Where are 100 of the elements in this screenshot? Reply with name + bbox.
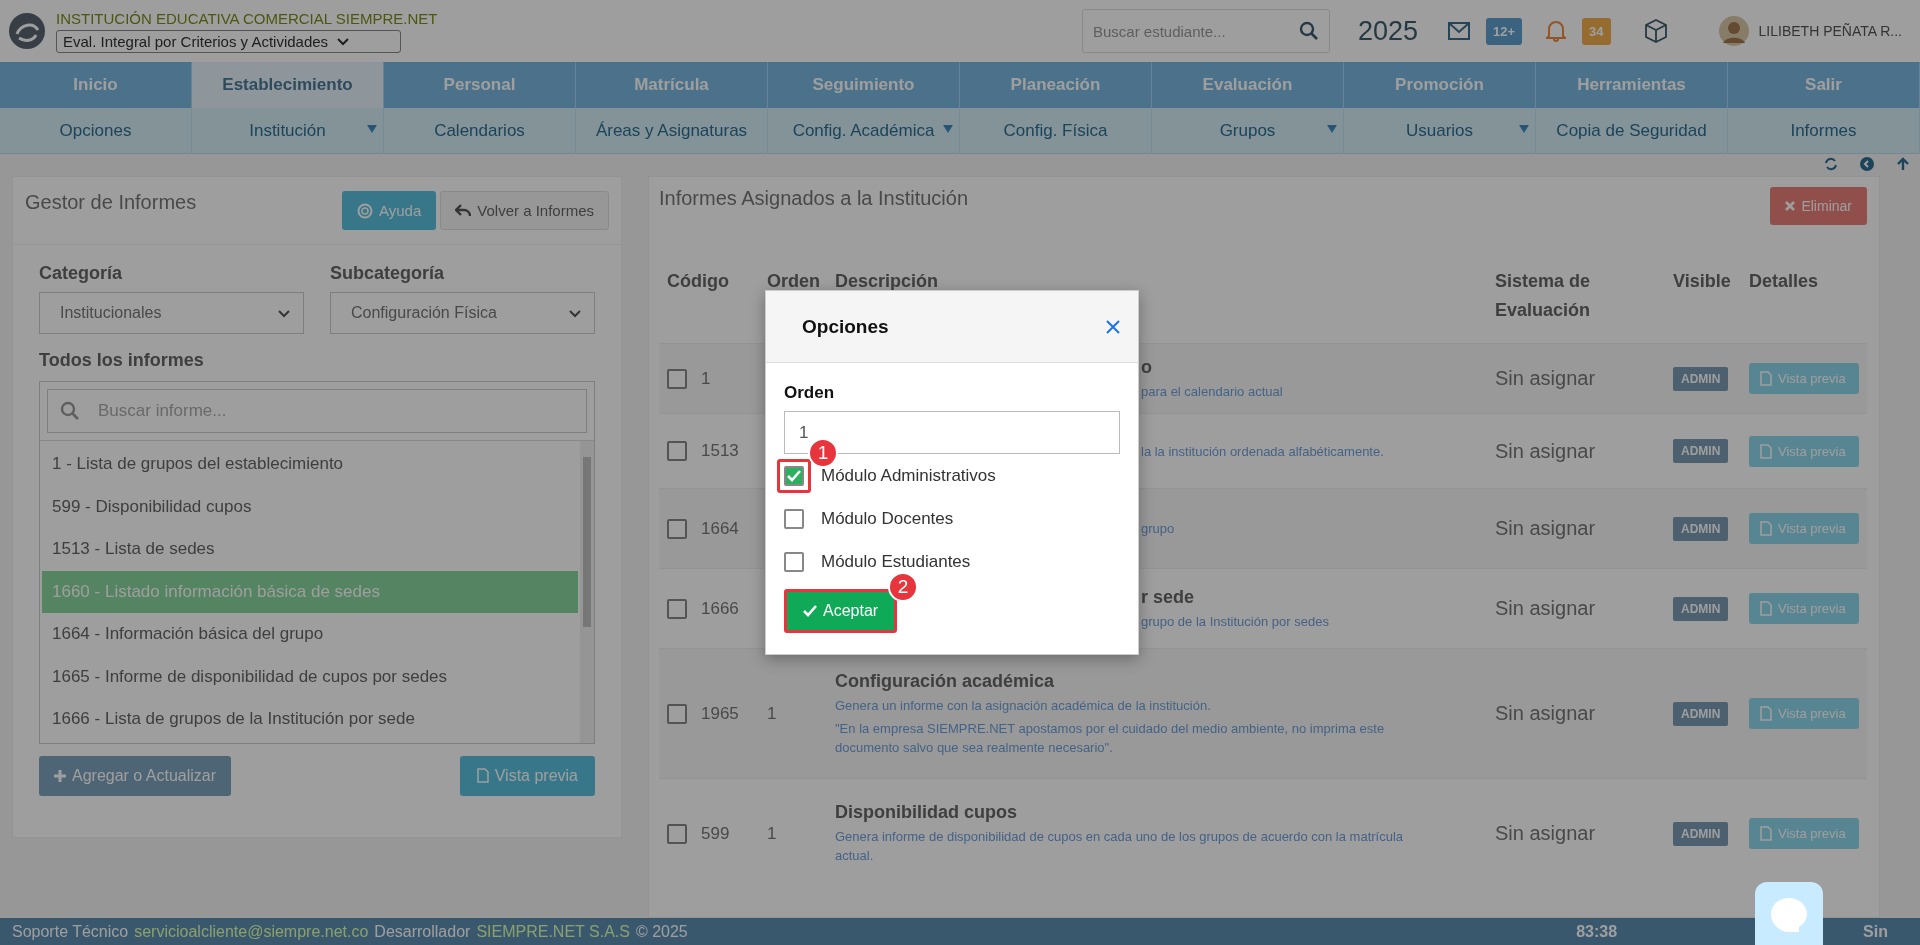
- row-checkbox[interactable]: [667, 518, 687, 539]
- chat-bubble-icon: [1769, 895, 1809, 932]
- system-cell-text: Sin asignar: [1495, 597, 1597, 620]
- subcategory-select[interactable]: Configuración Física: [330, 292, 595, 334]
- accept-button[interactable]: Aceptar: [787, 592, 895, 630]
- file-icon: [476, 768, 489, 783]
- report-title: r sede: [1141, 586, 1196, 608]
- report-description: "En la empresa SIEMPRE.NET apostamos por el cuidado del medio ambiente, no imprima este documento salvo que sea realmente necesario".: [835, 719, 1386, 757]
- caret-down-icon: [1519, 124, 1529, 134]
- field-label: Orden: [784, 383, 836, 403]
- arrow-up-icon: [1896, 157, 1910, 171]
- field-label: Subcategoría: [330, 263, 446, 284]
- visibility-tag: ADMIN: [1673, 701, 1729, 726]
- institution-name: INSTITUCIÓN EDUCATIVA COMERCIAL SIEMPRE.NET: [56, 9, 438, 27]
- back-button[interactable]: Volver a Informes: [440, 191, 609, 230]
- preview-button[interactable]: Vista previa: [1749, 818, 1859, 849]
- code-cell: 1666: [701, 598, 739, 619]
- file-icon: [1760, 826, 1772, 841]
- caret-down-icon: [943, 124, 953, 134]
- report-list-item[interactable]: 1665 - Informe de disponibilidad de cupos por sedes: [42, 655, 578, 698]
- report-description: grupo de la Institución por sedes: [1141, 612, 1330, 631]
- subnav-item[interactable]: Institución: [192, 108, 384, 153]
- code-cell: 1513: [701, 441, 739, 461]
- plus-icon: [54, 769, 66, 782]
- refresh-icon: [1824, 157, 1838, 171]
- row-checkbox[interactable]: [667, 441, 687, 461]
- checkbox-label: Módulo Administrativos: [821, 465, 996, 486]
- copyright: © 2025: [635, 922, 688, 941]
- close-icon[interactable]: [1106, 319, 1120, 334]
- report-list-item[interactable]: 599 - Disponibilidad cupos: [42, 485, 578, 528]
- report-list-item[interactable]: 1666 - Lista de grupos de la Institución por sede: [42, 698, 578, 741]
- category-select[interactable]: Institucionales: [39, 292, 304, 334]
- report-list-item[interactable]: 1664 - Información básica del grupo: [42, 613, 578, 656]
- bell-icon: [1546, 20, 1567, 42]
- message-count: 12+: [1486, 17, 1523, 45]
- student-search-field[interactable]: Buscar estudiante...: [1081, 9, 1330, 53]
- column-header: Código: [667, 270, 730, 293]
- preview-button[interactable]: Vista previa: [1749, 435, 1859, 467]
- system-cell-text: Sin asignar: [1495, 822, 1597, 845]
- module-checkbox[interactable]: [784, 465, 804, 486]
- evaluation-select[interactable]: Eval. Integral por Criterios y Actividades: [56, 29, 401, 53]
- file-icon: [1760, 371, 1772, 386]
- year: 2025: [1357, 15, 1419, 47]
- panel-title: Gestor de Informes: [25, 191, 197, 214]
- subnav-item[interactable]: Config. Académica: [768, 108, 960, 153]
- code-cell: 1: [701, 368, 711, 389]
- nav-tab[interactable]: Establecimiento: [192, 62, 384, 108]
- lifebuoy-icon: [357, 202, 373, 219]
- column-header: Sistema de Evaluación: [1495, 270, 1592, 322]
- row-checkbox[interactable]: [667, 598, 687, 619]
- step-marker: 1: [808, 437, 838, 468]
- brand-logo: Sin: [1863, 922, 1888, 941]
- user-name[interactable]: LILIBETH PEÑATA R...: [1758, 23, 1902, 39]
- subnav-item[interactable]: Grupos: [1152, 108, 1344, 153]
- field-label: Categoría: [39, 263, 124, 284]
- preview-button[interactable]: Vista previa: [1749, 513, 1859, 544]
- help-button[interactable]: Ayuda: [342, 191, 437, 230]
- row-checkbox[interactable]: [667, 823, 687, 844]
- preview-button[interactable]: Vista previa: [1749, 698, 1859, 729]
- preview-button[interactable]: Vista previa: [459, 755, 595, 796]
- order-cell: 1: [767, 703, 777, 723]
- logo-icon: [8, 12, 46, 50]
- close-icon: [1785, 201, 1796, 211]
- developer-link[interactable]: SIEMPRE.NET S.A.S: [476, 922, 630, 941]
- preview-button[interactable]: Vista previa: [1749, 593, 1859, 624]
- scrollbar[interactable]: [580, 441, 594, 743]
- mail-icon: [1448, 22, 1471, 40]
- search-icon: [60, 401, 80, 421]
- report-list-item[interactable]: 1660 - Listado información básica de sedes: [42, 570, 578, 613]
- visibility-tag: ADMIN: [1673, 516, 1729, 541]
- delete-button[interactable]: Eliminar: [1770, 187, 1867, 225]
- caret-down-icon: [1327, 124, 1337, 134]
- row-checkbox[interactable]: [667, 368, 687, 389]
- row-checkbox[interactable]: [667, 703, 687, 724]
- column-header: Detalles: [1749, 270, 1820, 293]
- module-checkbox[interactable]: [784, 508, 804, 529]
- subnav-item[interactable]: Calendarios: [384, 108, 576, 153]
- report-list-item[interactable]: 1 - Lista de grupos del establecimiento: [42, 443, 578, 486]
- subnav-item[interactable]: Usuarios: [1344, 108, 1536, 153]
- report-list-item[interactable]: 1513 - Lista de sedes: [42, 528, 578, 571]
- check-icon: [787, 469, 801, 482]
- visibility-tag: ADMIN: [1673, 366, 1729, 391]
- file-icon: [1760, 706, 1772, 721]
- subnav-item[interactable]: Opciones: [0, 108, 192, 153]
- file-icon: [1760, 443, 1772, 459]
- report-description: la la institución ordenada alfabéticamente.: [1141, 442, 1385, 461]
- subnav-item[interactable]: Áreas y Asignaturas: [576, 108, 768, 153]
- add-update-button[interactable]: Agregar o Actualizar: [39, 755, 232, 796]
- caret-down-icon: [367, 124, 377, 134]
- preview-button[interactable]: Vista previa: [1749, 363, 1859, 394]
- subnav-item[interactable]: Config. Física: [960, 108, 1152, 153]
- step-marker: 2: [888, 572, 919, 602]
- code-cell: 599: [701, 823, 730, 844]
- module-checkbox[interactable]: [784, 551, 804, 572]
- column-header: Orden: [767, 270, 821, 293]
- subnav-item[interactable]: Copia de Seguridad: [1536, 108, 1728, 153]
- cube-icon: [1642, 18, 1669, 44]
- subnav-item[interactable]: Informes: [1728, 108, 1920, 153]
- system-cell-text: Sin asignar: [1495, 367, 1597, 390]
- support-email-link[interactable]: servicioalcliente@siempre.net.co: [134, 922, 369, 941]
